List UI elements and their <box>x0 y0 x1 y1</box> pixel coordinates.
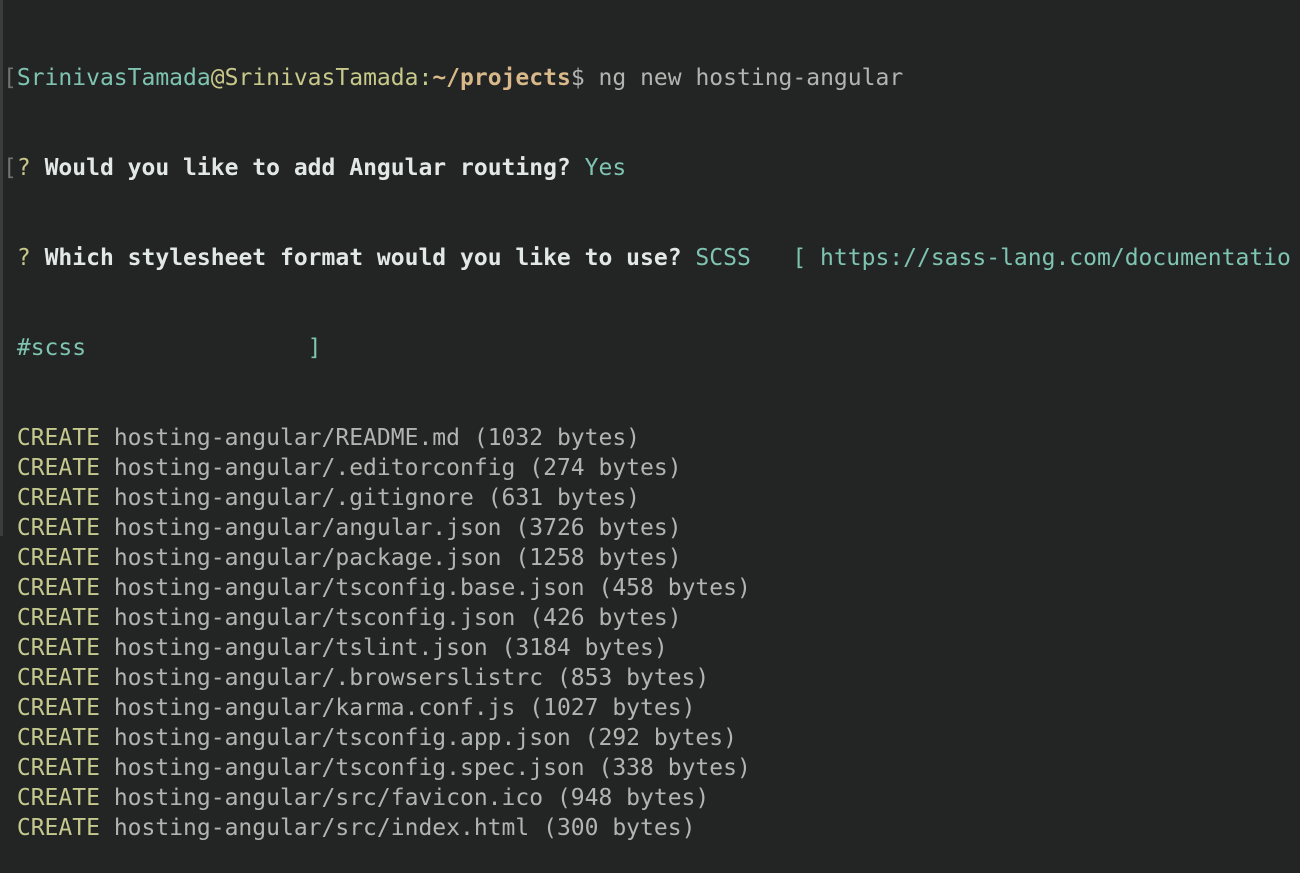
file-size: (300 bytes) <box>543 815 696 841</box>
file-path: hosting-angular/tsconfig.app.json <box>113 725 571 751</box>
create-label: CREATE <box>16 425 100 451</box>
bracket: [ <box>3 65 17 91</box>
create-line: CREATE hosting-angular/.gitignore (631 b… <box>3 483 1300 513</box>
create-label: CREATE <box>16 455 100 481</box>
file-size: (458 bytes) <box>598 575 751 601</box>
create-line: CREATE hosting-angular/tsconfig.json (42… <box>3 603 1300 633</box>
created-files-list: CREATE hosting-angular/README.md (1032 b… <box>3 423 1300 843</box>
create-line: CREATE hosting-angular/src/favicon.ico (… <box>3 783 1300 813</box>
create-line: CREATE hosting-angular/tsconfig.base.jso… <box>3 573 1300 603</box>
file-path: hosting-angular/.browserslistrc <box>113 665 544 691</box>
prompt-line: [SrinivasTamada@SrinivasTamada:~/project… <box>3 63 1300 93</box>
file-size: (3726 bytes) <box>515 515 682 541</box>
create-label: CREATE <box>16 545 100 571</box>
create-line: CREATE hosting-angular/package.json (125… <box>3 543 1300 573</box>
file-size: (274 bytes) <box>529 455 682 481</box>
create-line: CREATE hosting-angular/.browserslistrc (… <box>3 663 1300 693</box>
file-path: hosting-angular/karma.conf.js <box>113 695 516 721</box>
file-size: (3184 bytes) <box>501 635 668 661</box>
file-path: hosting-angular/tsconfig.json <box>113 605 516 631</box>
file-size: (338 bytes) <box>598 755 751 781</box>
create-label: CREATE <box>16 695 100 721</box>
question-hint-cont: #scss ] <box>16 335 322 361</box>
create-label: CREATE <box>16 755 100 781</box>
file-path: hosting-angular/.editorconfig <box>113 455 516 481</box>
file-size: (1027 bytes) <box>529 695 696 721</box>
file-path: hosting-angular/src/favicon.ico <box>113 785 544 811</box>
bracket: [ <box>3 155 17 181</box>
prompt-dollar: $ <box>570 65 585 91</box>
file-path: hosting-angular/src/index.html <box>113 815 530 841</box>
create-label: CREATE <box>16 515 100 541</box>
file-path: hosting-angular/package.json <box>113 545 502 571</box>
question-text: Would you like to add Angular routing? <box>44 155 571 181</box>
question-text: Which stylesheet format would you like t… <box>44 245 682 271</box>
create-line: CREATE hosting-angular/karma.conf.js (10… <box>3 693 1300 723</box>
create-label: CREATE <box>16 665 100 691</box>
file-size: (292 bytes) <box>584 725 737 751</box>
create-label: CREATE <box>16 635 100 661</box>
file-path: hosting-angular/tsconfig.base.json <box>113 575 585 601</box>
command-text: ng new hosting-angular <box>598 65 904 91</box>
create-label: CREATE <box>16 575 100 601</box>
file-path: hosting-angular/tsconfig.spec.json <box>113 755 585 781</box>
question-answer: Yes <box>584 155 627 181</box>
question-answer: SCSS <box>695 245 751 271</box>
file-path: hosting-angular/tslint.json <box>113 635 488 661</box>
create-label: CREATE <box>16 725 100 751</box>
question-mark: ? <box>16 245 31 271</box>
file-size: (631 bytes) <box>487 485 641 511</box>
terminal-window[interactable]: [SrinivasTamada@SrinivasTamada:~/project… <box>0 0 1300 841</box>
prompt-colon: : <box>418 65 433 91</box>
file-size: (948 bytes) <box>556 785 710 811</box>
create-label: CREATE <box>16 785 100 811</box>
prompt-at: @ <box>210 65 225 91</box>
prompt-host: SrinivasTamada <box>224 65 419 91</box>
file-size: (426 bytes) <box>529 605 682 631</box>
create-line: CREATE hosting-angular/README.md (1032 b… <box>3 423 1300 453</box>
create-label: CREATE <box>16 815 100 841</box>
question-line: ? Which stylesheet format would you like… <box>3 243 1300 273</box>
file-path: hosting-angular/.gitignore <box>113 485 474 511</box>
create-line: CREATE hosting-angular/tsconfig.app.json… <box>3 723 1300 753</box>
create-label: CREATE <box>16 485 100 511</box>
create-line: CREATE hosting-angular/.editorconfig (27… <box>3 453 1300 483</box>
question-hint-continued: #scss ] <box>3 333 1300 363</box>
question-line: [? Would you like to add Angular routing… <box>3 153 1300 183</box>
create-line: CREATE hosting-angular/angular.json (372… <box>3 513 1300 543</box>
prompt-user: SrinivasTamada <box>16 65 211 91</box>
file-size: (1258 bytes) <box>515 545 682 571</box>
question-hint: [ https://sass-lang.com/documentatio <box>792 245 1291 271</box>
create-line: CREATE hosting-angular/src/index.html (3… <box>3 813 1300 843</box>
file-size: (1032 bytes) <box>473 425 641 451</box>
file-path: hosting-angular/angular.json <box>113 515 502 541</box>
file-path: hosting-angular/README.md <box>113 425 460 451</box>
create-label: CREATE <box>16 605 100 631</box>
create-line: CREATE hosting-angular/tslint.json (3184… <box>3 633 1300 663</box>
prompt-path: ~/projects <box>432 65 571 91</box>
question-mark: ? <box>16 155 31 181</box>
create-line: CREATE hosting-angular/tsconfig.spec.jso… <box>3 753 1300 783</box>
file-size: (853 bytes) <box>556 665 710 691</box>
